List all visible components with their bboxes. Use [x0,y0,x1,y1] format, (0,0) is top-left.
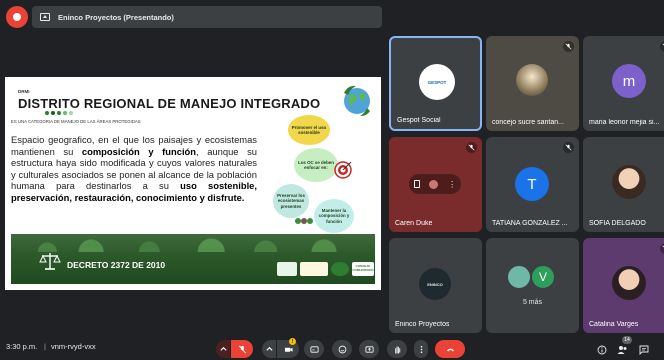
clock: 3:30 p.m. [6,342,38,351]
participant-name: maria leonor mejia si... [589,119,660,126]
mic-off-icon [466,142,477,153]
justice-scale-icon [39,253,61,270]
slide-dots-decoration [45,111,73,115]
avatar: V [530,264,556,290]
avatar [429,179,439,189]
avatar: m [612,64,646,98]
participant-tile-eninco[interactable]: ENINCO Eninco Proyectos [389,238,482,333]
chevron-up-icon [219,346,227,351]
participant-name: concejo sucre santan... [492,119,564,126]
participant-name: SOFIA DELGADO [589,220,646,227]
mic-off-icon [660,243,664,254]
info-icon [597,345,607,355]
slide-title: DISTRITO REGIONAL DE MANEJO INTEGRADO [18,96,321,111]
mic-toggle-button[interactable] [231,340,253,358]
chat-button[interactable] [639,342,649,360]
bubble-promover: Promover el uso sostenible [288,115,330,145]
bottom-bar: 3:30 p.m. | vnm-rvyd-vxx ! 14 [0,336,664,360]
emoji-button[interactable] [332,340,352,358]
participant-tile-concejo[interactable]: concejo sucre santan... [486,36,579,131]
captions-icon [309,345,319,353]
participant-tile-more[interactable]: V 5 más [486,238,579,333]
participant-tile-catalina[interactable]: Catalina Varges [583,238,664,333]
separator: | [44,342,46,351]
bubble-enfoque: Los OC se deben enfocar en: [294,148,338,182]
more-participants-label: 5 más [522,299,543,306]
people-icon [617,346,627,354]
bubble-preservar: Preservar los ecosistemas presentes [273,184,309,218]
more-vert-icon [420,345,422,353]
avatar: ENINCO [419,268,451,300]
camera-options-button[interactable] [262,340,276,358]
people-button[interactable] [617,342,628,360]
participant-name: Catalina Varges [589,321,639,328]
participant-name: TATIANA GONZALEZ ... [492,220,568,227]
globe-icon [344,85,370,116]
present-screen-icon [364,345,374,353]
avatar [612,165,646,199]
people-illustration-icon [295,218,313,224]
recording-icon[interactable] [6,6,28,28]
present-icon [40,13,50,21]
meeting-code: vnm-rvyd-vxx [51,342,96,351]
info-button[interactable] [597,342,607,360]
chevron-up-icon [265,346,273,351]
emoji-icon [338,345,346,353]
more-options-button[interactable] [414,340,428,358]
captions-button[interactable] [304,340,324,358]
shared-slide: DRMI DISTRITO REGIONAL DE MANEJO INTEGRA… [5,77,381,290]
raise-hand-button[interactable] [387,340,407,358]
camera-icon [284,347,293,352]
forest-banner: DECRETO 2372 DE 2010 CONSEJO COMUNITARIO [11,234,375,284]
mic-off-icon [660,41,664,52]
present-screen-button[interactable] [359,340,379,358]
people-count-badge: 14 [622,336,632,344]
participant-tile-maria[interactable]: m maria leonor mejia si... [583,36,664,131]
participant-tile-tatiana[interactable]: T TATIANA GONZALEZ ... [486,137,579,232]
mic-options-button[interactable] [216,340,230,358]
avatar [612,266,646,300]
mic-off-icon [563,142,574,153]
slide-logos: CONSEJO COMUNITARIO [277,262,375,276]
participant-name: Gespot Social [397,117,441,124]
avatar: GESPOT [419,64,455,100]
more-vert-icon[interactable]: ⋮ [448,180,456,189]
mic-off-icon [563,41,574,52]
slide-small-caption: DRMI [18,89,30,94]
participant-tile-gespot[interactable]: GESPOT Gespot Social [389,36,482,131]
participant-tile-sofia[interactable]: SOFIA DELGADO [583,137,664,232]
target-icon [334,161,352,179]
camera-warning-badge: ! [289,338,296,345]
end-call-button[interactable] [435,340,465,358]
avatar [516,64,548,96]
pin-icon[interactable] [413,180,420,188]
tile-hover-controls[interactable]: ⋮ [409,174,461,194]
slide-body-text: Espacio geografico, en el que los paisaj… [11,134,257,203]
participant-name: Eninco Proyectos [395,321,450,328]
presenting-banner[interactable]: Eninco Proyectos (Presentando) [32,6,382,28]
decreto-label: DECRETO 2372 DE 2010 [67,260,166,270]
presenting-label: Eninco Proyectos (Presentando) [58,12,174,22]
end-call-icon [446,348,454,351]
top-bar: Eninco Proyectos (Presentando) [0,0,664,34]
chat-icon [639,345,649,356]
participant-name: Caren Duke [395,220,433,227]
bubble-mantener: Mantener la composición y función [314,199,354,233]
raise-hand-icon [394,345,400,354]
avatar: T [515,167,549,201]
mic-off-icon [238,345,246,353]
avatar [506,264,532,290]
slide-subtitle: ES UNA CATEGORIA DE MANEJO DE LAS ÁREAS … [11,119,141,124]
participant-tile-caren[interactable]: ⋮ Caren Duke [389,137,482,232]
